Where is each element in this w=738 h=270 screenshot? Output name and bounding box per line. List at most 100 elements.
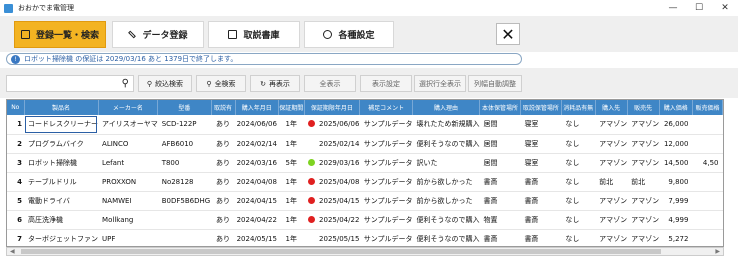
col-header[interactable]: 販売先 bbox=[627, 100, 660, 115]
cell-period[interactable]: 1年 bbox=[278, 210, 305, 230]
cell-comment[interactable]: サンプルデータ bbox=[359, 191, 413, 211]
cell-period[interactable]: 1年 bbox=[278, 134, 305, 154]
cell-comment[interactable]: サンプルデータ bbox=[359, 134, 413, 154]
col-header[interactable]: 販売価格 bbox=[692, 100, 723, 115]
cell-price[interactable]: 9,800 bbox=[659, 172, 693, 192]
cell-price[interactable]: 14,500 bbox=[659, 153, 693, 173]
cell-date[interactable]: 2024/04/08 bbox=[235, 172, 279, 192]
col-header[interactable]: 本体保管場所 bbox=[479, 100, 521, 115]
cell-consum[interactable]: なし bbox=[561, 134, 596, 154]
cell-manual[interactable]: あり bbox=[211, 172, 236, 192]
tab-settings[interactable]: 各種設定 bbox=[304, 21, 394, 48]
col-header[interactable]: 購入先 bbox=[595, 100, 628, 115]
cell-period[interactable]: 1年 bbox=[278, 229, 305, 246]
cell-seller[interactable]: アマゾン bbox=[627, 191, 660, 211]
cell-manual[interactable]: あり bbox=[211, 115, 236, 135]
cell-comment[interactable]: サンプルデータ bbox=[359, 172, 413, 192]
table-row[interactable]: 3 ロボット掃除機 Lefant T800 あり 2024/03/16 5年 2029/03/… bbox=[7, 153, 723, 173]
scroll-left-icon[interactable]: ◀ bbox=[10, 248, 15, 255]
col-header[interactable]: 型番 bbox=[157, 100, 212, 115]
tab-manual-library[interactable]: 取説書庫 bbox=[208, 21, 300, 48]
cell-shop[interactable]: アマゾン bbox=[595, 210, 628, 230]
cell-reason[interactable]: 前から欲しかった bbox=[412, 191, 480, 211]
cell-manual[interactable]: あり bbox=[211, 134, 236, 154]
cell-body[interactable]: 居間 bbox=[479, 115, 521, 135]
cell-comment[interactable]: サンプルデータ bbox=[359, 115, 413, 135]
cell-expire[interactable]: 2025/04/15 bbox=[304, 191, 360, 211]
cell-name[interactable]: プログラムバイク bbox=[24, 134, 99, 154]
cell-consum[interactable]: なし bbox=[561, 229, 596, 246]
cell-sell[interactable]: 4,50 bbox=[692, 153, 723, 173]
cell-consum[interactable]: なし bbox=[561, 115, 596, 135]
col-header[interactable]: 補足コメント bbox=[359, 100, 414, 115]
cell-manual_loc[interactable]: 書斎 bbox=[520, 210, 562, 230]
cell-date[interactable]: 2024/06/06 bbox=[235, 115, 279, 135]
cell-name[interactable]: ロボット掃除機 bbox=[24, 153, 99, 173]
cell-comment[interactable]: サンプルデータ bbox=[359, 229, 413, 246]
display-settings-button[interactable]: 表示設定 bbox=[360, 75, 412, 92]
cell-reason[interactable]: 前から欲しかった bbox=[412, 172, 480, 192]
cell-sell[interactable] bbox=[692, 115, 723, 135]
cell-sell[interactable] bbox=[692, 172, 723, 192]
cell-model[interactable]: AFB6010 bbox=[157, 134, 212, 154]
cell-maker[interactable]: Mollkang bbox=[98, 210, 158, 230]
cell-name[interactable]: ターボジェットファン bbox=[24, 229, 99, 246]
cell-consum[interactable]: なし bbox=[561, 153, 596, 173]
cell-shop[interactable]: アマゾン bbox=[595, 229, 628, 246]
minimize-button[interactable]: — bbox=[660, 0, 686, 16]
cell-sell[interactable] bbox=[692, 210, 723, 230]
col-header[interactable]: 購入理由 bbox=[412, 100, 481, 115]
cell-reason[interactable]: 便利そうなので購入 bbox=[412, 134, 480, 154]
cell-no[interactable]: 4 bbox=[7, 172, 25, 192]
cell-date[interactable]: 2024/05/15 bbox=[235, 229, 279, 246]
cell-manual_loc[interactable]: 書斎 bbox=[520, 172, 562, 192]
cell-seller[interactable]: アマゾン bbox=[627, 134, 660, 154]
all-search-button[interactable]: ⚲ 全検索 bbox=[196, 75, 246, 92]
cell-maker[interactable]: NAMWEI bbox=[98, 191, 158, 211]
cell-expire[interactable]: 2025/06/06 bbox=[304, 115, 360, 135]
cell-expire[interactable]: 2025/02/14 bbox=[304, 134, 360, 154]
cell-name[interactable]: テーブルドリル bbox=[24, 172, 99, 192]
col-header[interactable]: 取説有 bbox=[211, 100, 236, 115]
cell-seller[interactable]: アマゾン bbox=[627, 153, 660, 173]
table-row[interactable]: 5 電動ドライバ NAMWEI B0DF5B6DHG あり 2024/04/15 1年 202… bbox=[7, 191, 723, 211]
cell-body[interactable]: 書斎 bbox=[479, 172, 521, 192]
redisplay-button[interactable]: ↻ 再表示 bbox=[250, 75, 300, 92]
cell-date[interactable]: 2024/03/16 bbox=[235, 153, 279, 173]
cell-model[interactable]: No28128 bbox=[157, 172, 212, 192]
cell-reason[interactable]: 訳いた bbox=[412, 153, 480, 173]
cell-sell[interactable] bbox=[692, 134, 723, 154]
cell-period[interactable]: 1年 bbox=[278, 115, 305, 135]
search-input[interactable]: ⚲ bbox=[6, 75, 134, 92]
cell-shop[interactable]: アマゾン bbox=[595, 191, 628, 211]
col-header[interactable]: 購入年月日 bbox=[235, 100, 280, 115]
cell-maker[interactable]: ALINCO bbox=[98, 134, 158, 154]
cell-shop[interactable]: アマゾン bbox=[595, 153, 628, 173]
cell-name[interactable]: 高圧洗浄機 bbox=[24, 210, 99, 230]
col-header[interactable]: 取説保管場所 bbox=[520, 100, 562, 115]
close-button[interactable]: ✕ bbox=[496, 23, 520, 45]
col-header[interactable]: 保証期間 bbox=[278, 100, 305, 115]
cell-comment[interactable]: サンプルデータ bbox=[359, 210, 413, 230]
table-row[interactable]: 4 テーブルドリル PROXXON No28128 あり 2024/04/08 1年 2025… bbox=[7, 172, 723, 192]
col-header[interactable]: 購入価格 bbox=[659, 100, 693, 115]
table-row[interactable]: 1 コードレスクリーナー アイリスオーヤマ SCD-122P あり 2024/06/06 1… bbox=[7, 115, 723, 135]
cell-seller[interactable]: 前北 bbox=[627, 172, 660, 192]
cell-sell[interactable] bbox=[692, 229, 723, 246]
cell-expire[interactable]: 2029/03/16 bbox=[304, 153, 360, 173]
cell-expire[interactable]: 2025/04/08 bbox=[304, 172, 360, 192]
cell-maker[interactable]: UPF bbox=[98, 229, 158, 246]
cell-reason[interactable]: 壊れたため新規購入 bbox=[412, 115, 480, 135]
cell-price[interactable]: 26,000 bbox=[659, 115, 693, 135]
col-header[interactable]: 保証期限年月日 bbox=[304, 100, 361, 115]
horizontal-scrollbar[interactable]: ◀ ▶ bbox=[6, 247, 724, 256]
cell-body[interactable]: 書斎 bbox=[479, 229, 521, 246]
cell-consum[interactable]: なし bbox=[561, 191, 596, 211]
cell-manual[interactable]: あり bbox=[211, 191, 236, 211]
cell-model[interactable]: SCD-122P bbox=[157, 115, 212, 135]
cell-period[interactable]: 5年 bbox=[278, 153, 305, 173]
cell-no[interactable]: 7 bbox=[7, 229, 25, 246]
cell-seller[interactable]: アマゾン bbox=[627, 229, 660, 246]
cell-body[interactable]: 居間 bbox=[479, 134, 521, 154]
cell-seller[interactable]: アマゾン bbox=[627, 210, 660, 230]
